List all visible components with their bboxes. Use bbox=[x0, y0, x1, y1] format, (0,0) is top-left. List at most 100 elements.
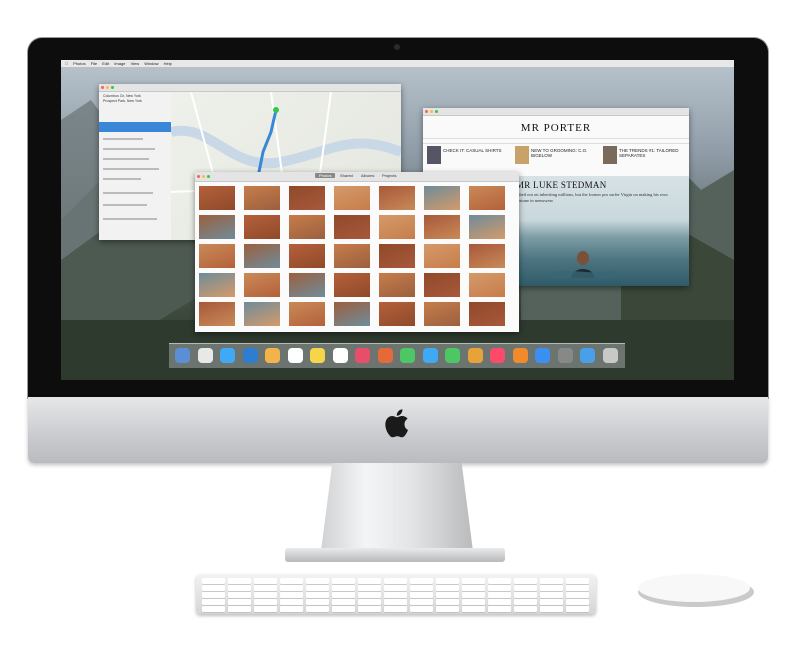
keyboard-key bbox=[332, 599, 355, 605]
menu-item-edit[interactable]: Edit bbox=[102, 61, 109, 66]
menu-item-view[interactable]: View bbox=[131, 61, 140, 66]
dock-app-icon[interactable] bbox=[197, 348, 213, 363]
photo-thumbnail[interactable] bbox=[334, 215, 370, 239]
photo-thumbnail[interactable] bbox=[199, 186, 235, 210]
route-step bbox=[103, 204, 147, 206]
dock-app-icon[interactable] bbox=[535, 348, 550, 363]
route-selected-row[interactable] bbox=[99, 122, 171, 132]
photo-thumbnail[interactable] bbox=[289, 244, 325, 268]
tab-shared[interactable]: Shared bbox=[340, 173, 353, 178]
photo-thumbnail[interactable] bbox=[199, 215, 235, 239]
dock-app-icon[interactable] bbox=[175, 348, 190, 363]
close-icon[interactable] bbox=[425, 110, 428, 113]
dock-app-icon[interactable] bbox=[490, 348, 505, 363]
promo-grooming[interactable]: NEW TO GROOMING: C.O. BIGELOW bbox=[531, 148, 593, 158]
dock-app-icon[interactable] bbox=[377, 348, 393, 363]
photo-thumbnail[interactable] bbox=[244, 244, 280, 268]
tab-projects[interactable]: Projects bbox=[382, 173, 396, 178]
dock-app-icon[interactable] bbox=[467, 348, 483, 363]
dock-app-icon[interactable] bbox=[265, 348, 280, 363]
photo-thumbnail[interactable] bbox=[469, 215, 505, 239]
keyboard-key bbox=[254, 592, 277, 598]
surfer-figure bbox=[553, 251, 613, 278]
photo-thumbnail[interactable] bbox=[379, 215, 415, 239]
photo-thumbnail[interactable] bbox=[469, 244, 505, 268]
promo-casual-shirts[interactable]: CHECK IT: CASUAL SHIRTS bbox=[443, 148, 503, 153]
zoom-icon[interactable] bbox=[435, 110, 438, 113]
photo-thumbnail[interactable] bbox=[289, 302, 325, 326]
dock-app-icon[interactable] bbox=[557, 348, 573, 363]
imac-stand bbox=[320, 463, 474, 559]
photo-thumbnail[interactable] bbox=[334, 302, 370, 326]
keyboard-key bbox=[358, 599, 381, 605]
dock-app-icon[interactable] bbox=[332, 348, 348, 363]
tab-photos[interactable]: Photos bbox=[315, 173, 336, 178]
photo-thumbnail[interactable] bbox=[244, 186, 280, 210]
keyboard-key bbox=[384, 592, 407, 598]
photo-thumbnail[interactable] bbox=[424, 244, 460, 268]
photo-thumbnail[interactable] bbox=[244, 302, 280, 326]
minimize-icon[interactable] bbox=[430, 110, 433, 113]
photo-thumbnail[interactable] bbox=[379, 244, 415, 268]
photos-window[interactable]: Photos Shared Albums Projects bbox=[195, 172, 519, 332]
tab-albums[interactable]: Albums bbox=[361, 173, 374, 178]
photo-thumbnail[interactable] bbox=[424, 273, 460, 297]
photo-thumbnail[interactable] bbox=[289, 186, 325, 210]
zoom-icon[interactable] bbox=[207, 175, 210, 178]
promo-tailored[interactable]: THE TRENDS #1: TAILORED SEPARATES bbox=[619, 148, 685, 158]
dock-app-icon[interactable] bbox=[355, 348, 370, 363]
close-icon[interactable] bbox=[101, 86, 104, 89]
directions-end[interactable]: Prospect Park, New York bbox=[103, 99, 167, 103]
hero-title[interactable]: MR LUKE STEDMAN bbox=[516, 180, 607, 190]
photos-titlebar[interactable]: Photos Shared Albums Projects bbox=[195, 172, 519, 182]
safari-titlebar[interactable] bbox=[423, 108, 689, 116]
keyboard-key bbox=[436, 585, 459, 591]
photo-thumbnail[interactable] bbox=[379, 302, 415, 326]
dock-app-icon[interactable] bbox=[287, 348, 303, 363]
minimize-icon[interactable] bbox=[106, 86, 109, 89]
photo-thumbnail[interactable] bbox=[199, 273, 235, 297]
dock-app-icon[interactable] bbox=[445, 348, 460, 363]
minimize-icon[interactable] bbox=[202, 175, 205, 178]
dock-app-icon[interactable] bbox=[602, 348, 618, 363]
menu-item-window[interactable]: Window bbox=[144, 61, 158, 66]
photo-thumbnail[interactable] bbox=[469, 273, 505, 297]
photo-thumbnail[interactable] bbox=[379, 273, 415, 297]
photo-thumbnail[interactable] bbox=[334, 273, 370, 297]
photo-thumbnail[interactable] bbox=[199, 244, 235, 268]
photo-thumbnail[interactable] bbox=[469, 186, 505, 210]
mr-porter-logo[interactable]: MR PORTER bbox=[423, 122, 689, 134]
photo-thumbnail[interactable] bbox=[244, 273, 280, 297]
menu-item-image[interactable]: Image bbox=[114, 61, 125, 66]
menu-item-help[interactable]: Help bbox=[164, 61, 172, 66]
dock-app-icon[interactable] bbox=[400, 348, 415, 363]
keyboard-key bbox=[436, 606, 459, 612]
zoom-icon[interactable] bbox=[111, 86, 114, 89]
photo-thumbnail[interactable] bbox=[424, 186, 460, 210]
directions-start[interactable]: Columbus Cir, New York bbox=[103, 94, 167, 98]
dock-app-icon[interactable] bbox=[580, 348, 595, 363]
dock-app-icon[interactable] bbox=[310, 348, 325, 363]
keyboard-key bbox=[514, 599, 537, 605]
photo-thumbnail[interactable] bbox=[334, 244, 370, 268]
photo-thumbnail[interactable] bbox=[424, 302, 460, 326]
menu-item-photos[interactable]: Photos bbox=[73, 61, 85, 66]
photo-thumbnail[interactable] bbox=[199, 302, 235, 326]
dock-app-icon[interactable] bbox=[242, 348, 258, 363]
menu-apple-icon[interactable]:  bbox=[65, 61, 68, 66]
close-icon[interactable] bbox=[197, 175, 200, 178]
photo-thumbnail[interactable] bbox=[289, 273, 325, 297]
promo-image bbox=[427, 146, 441, 164]
photo-thumbnail[interactable] bbox=[379, 186, 415, 210]
keyboard-key bbox=[514, 592, 537, 598]
maps-titlebar[interactable] bbox=[99, 84, 401, 92]
photo-thumbnail[interactable] bbox=[244, 215, 280, 239]
dock-app-icon[interactable] bbox=[512, 348, 528, 363]
photo-thumbnail[interactable] bbox=[334, 186, 370, 210]
photo-thumbnail[interactable] bbox=[289, 215, 325, 239]
dock-app-icon[interactable] bbox=[220, 348, 235, 363]
photo-thumbnail[interactable] bbox=[424, 215, 460, 239]
photo-thumbnail[interactable] bbox=[469, 302, 505, 326]
menu-item-file[interactable]: File bbox=[91, 61, 97, 66]
dock-app-icon[interactable] bbox=[422, 348, 438, 363]
